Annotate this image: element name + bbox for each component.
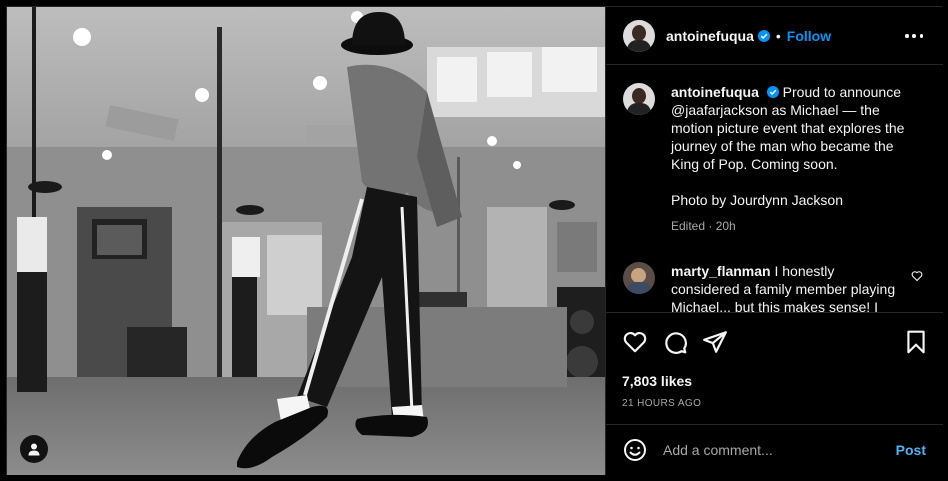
caption: antoinefuqua Proud to announce @jaafarja… — [623, 83, 928, 235]
like-count[interactable]: 7,803 likes — [622, 373, 692, 389]
author-username[interactable]: antoinefuqua — [666, 28, 754, 44]
post-button[interactable]: Post — [896, 442, 926, 458]
comment-item: marty_flanman I honestly considered a fa… — [623, 262, 928, 312]
photo-image — [7, 7, 605, 475]
post-header: antoinefuqua • Follow — [606, 7, 943, 65]
verified-badge-icon — [766, 86, 779, 98]
post-time[interactable]: 21 HOURS AGO — [622, 398, 701, 409]
commenter-avatar[interactable] — [623, 262, 655, 294]
author-avatar[interactable] — [623, 19, 655, 52]
caption-body: antoinefuqua Proud to announce @jaafarja… — [671, 83, 916, 235]
verified-badge-icon — [757, 29, 770, 42]
comment-username[interactable]: marty_flanman — [671, 263, 771, 279]
comments-scroll[interactable]: antoinefuqua Proud to announce @jaafarja… — [606, 66, 943, 312]
more-options-icon[interactable] — [905, 27, 923, 45]
comment-like-heart-icon[interactable] — [911, 270, 923, 282]
share-icon[interactable] — [702, 329, 728, 355]
follow-button[interactable]: Follow — [787, 28, 831, 44]
tagged-users-button[interactable] — [20, 435, 48, 463]
post-dialog: antoinefuqua • Follow antoinefuqua Proud… — [0, 0, 948, 481]
post-side-panel: antoinefuqua • Follow antoinefuqua Proud… — [605, 7, 943, 475]
caption-edited-time: Edited · 20h — [671, 219, 736, 233]
user-icon — [28, 443, 40, 456]
caption-credit: Photo by Jourdynn Jackson — [671, 192, 843, 208]
add-comment-bar: Post — [606, 424, 943, 475]
bookmark-icon[interactable] — [903, 329, 929, 355]
heart-icon[interactable] — [622, 329, 648, 355]
comment-input[interactable] — [663, 442, 883, 458]
comment-icon[interactable] — [662, 329, 688, 355]
post-photo[interactable] — [7, 7, 605, 475]
separator-dot: • — [775, 27, 781, 44]
emoji-icon[interactable] — [623, 438, 647, 462]
caption-avatar[interactable] — [623, 83, 655, 115]
comment-body: marty_flanman I honestly considered a fa… — [671, 262, 901, 312]
post-actions: 7,803 likes 21 HOURS AGO — [606, 312, 943, 424]
caption-username[interactable]: antoinefuqua — [671, 84, 759, 100]
